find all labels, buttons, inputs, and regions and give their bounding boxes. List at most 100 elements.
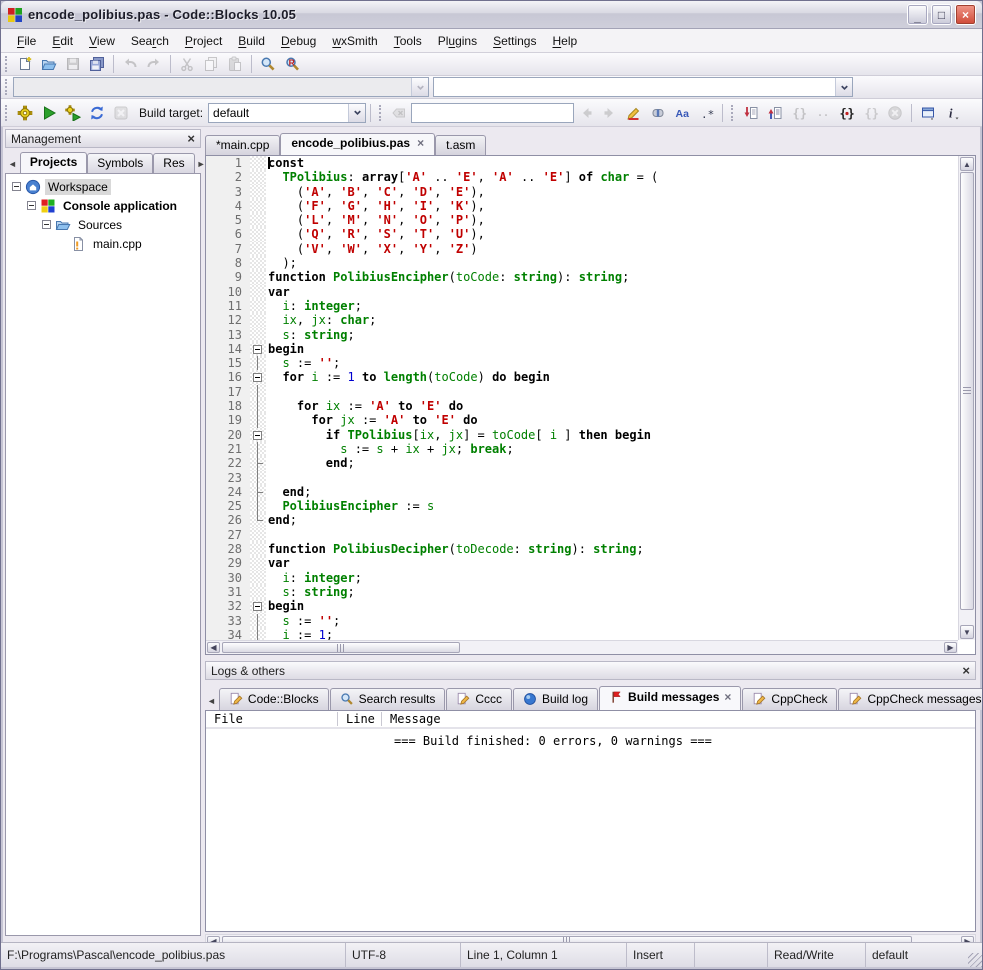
fold-margin[interactable]: [250, 299, 266, 313]
various-windows-icon[interactable]: [916, 102, 940, 123]
fold-margin[interactable]: [250, 499, 266, 513]
logs-tab-build-log[interactable]: Build log: [513, 688, 598, 710]
find-icon[interactable]: [256, 54, 280, 75]
menu-help[interactable]: Help: [544, 31, 585, 51]
toolbar-grip[interactable]: [5, 79, 8, 95]
scroll-down-icon[interactable]: ▼: [960, 625, 974, 639]
code-editor[interactable]: 1const2 TPolibius: array['A' .. 'E', 'A'…: [205, 155, 976, 655]
close-button[interactable]: ×: [955, 4, 976, 25]
fold-margin[interactable]: [250, 614, 266, 628]
menu-search[interactable]: Search: [123, 31, 177, 51]
fold-margin[interactable]: [250, 328, 266, 342]
fold-margin[interactable]: [250, 227, 266, 241]
minimize-button[interactable]: _: [907, 4, 928, 25]
fold-margin[interactable]: [250, 456, 266, 470]
fold-margin[interactable]: [250, 185, 266, 199]
tab-close-icon[interactable]: ×: [417, 136, 424, 150]
search-prev-icon[interactable]: [574, 102, 598, 123]
logs-tab-code-blocks[interactable]: Code::Blocks: [219, 688, 329, 710]
code-line[interactable]: 27: [206, 528, 958, 542]
fold-margin[interactable]: [250, 242, 266, 256]
code-line[interactable]: 3 ('A', 'B', 'C', 'D', 'E'),: [206, 185, 958, 199]
paste-icon[interactable]: [223, 54, 247, 75]
tab-projects[interactable]: Projects: [20, 152, 87, 173]
save-icon[interactable]: [61, 54, 85, 75]
code-line[interactable]: 21 s := s + ix + jx; break;: [206, 442, 958, 456]
build-run-icon[interactable]: [61, 102, 85, 123]
code-line[interactable]: 4 ('F', 'G', 'H', 'I', 'K'),: [206, 199, 958, 213]
fold-margin[interactable]: [250, 385, 266, 399]
code-line[interactable]: 16 for i := 1 to length(toCode) do begin: [206, 370, 958, 384]
abort-icon[interactable]: [109, 102, 133, 123]
build-icon[interactable]: [13, 102, 37, 123]
code-line[interactable]: 33 s := '';: [206, 614, 958, 628]
menu-settings[interactable]: Settings: [485, 31, 544, 51]
code-line[interactable]: 25 PolibiusEncipher := s: [206, 499, 958, 513]
open-file-icon[interactable]: [37, 54, 61, 75]
fold-margin[interactable]: [250, 170, 266, 184]
goto-declaration-icon[interactable]: [739, 102, 763, 123]
stop-parser-icon[interactable]: [883, 102, 907, 123]
resize-grip[interactable]: [968, 953, 982, 967]
redo-icon[interactable]: [142, 54, 166, 75]
run-icon[interactable]: [37, 102, 61, 123]
menu-project[interactable]: Project: [177, 31, 230, 51]
logs-tab-search-results[interactable]: Search results: [330, 688, 446, 710]
chevron-down-icon[interactable]: [411, 78, 428, 96]
tree-item-workspace[interactable]: Workspace: [6, 177, 200, 196]
fold-collapse-icon[interactable]: [253, 345, 262, 354]
code-line[interactable]: 1const: [206, 156, 958, 170]
tab-scroll-left-icon[interactable]: ◄: [205, 696, 219, 710]
fold-margin[interactable]: [250, 356, 266, 370]
fold-margin[interactable]: [250, 599, 266, 613]
fold-margin[interactable]: [250, 413, 266, 427]
fold-margin[interactable]: [250, 542, 266, 556]
fold-collapse-icon[interactable]: [253, 373, 262, 382]
match-case-icon[interactable]: Aa: [670, 102, 694, 123]
code-line[interactable]: 6 ('Q', 'R', 'S', 'T', 'U'),: [206, 227, 958, 241]
scroll-left-icon[interactable]: ◀: [207, 642, 220, 653]
search-options-icon[interactable]: [646, 102, 670, 123]
info-window-icon[interactable]: i: [940, 102, 964, 123]
function-scope-icon[interactable]: {}: [835, 102, 859, 123]
vscroll-thumb[interactable]: [960, 172, 974, 610]
logs-tab-cppcheck-messages[interactable]: CppCheck messages: [838, 688, 983, 710]
fold-margin[interactable]: [250, 270, 266, 284]
scroll-up-icon[interactable]: ▲: [960, 157, 974, 171]
code-line[interactable]: 13 s: string;: [206, 328, 958, 342]
toolbar-grip[interactable]: [379, 105, 382, 121]
menu-view[interactable]: View: [81, 31, 123, 51]
cut-icon[interactable]: [175, 54, 199, 75]
menu-edit[interactable]: Edit: [44, 31, 81, 51]
code-line[interactable]: 15 s := '';: [206, 356, 958, 370]
save-all-icon[interactable]: [85, 54, 109, 75]
code-line[interactable]: 22 end;: [206, 456, 958, 470]
tree-expander-icon[interactable]: [42, 220, 51, 229]
code-line[interactable]: 17: [206, 385, 958, 399]
code-line[interactable]: 23: [206, 471, 958, 485]
fold-margin[interactable]: [250, 556, 266, 570]
fold-margin[interactable]: [250, 513, 266, 527]
fold-margin[interactable]: [250, 156, 266, 170]
copy-icon[interactable]: [199, 54, 223, 75]
tab-scroll-left-icon[interactable]: ◄: [6, 159, 20, 173]
new-file-icon[interactable]: [13, 54, 37, 75]
code-line[interactable]: 18 for ix := 'A' to 'E' do: [206, 399, 958, 413]
tree-expander-icon[interactable]: [12, 182, 21, 191]
code-line[interactable]: 12 ix, jx: char;: [206, 313, 958, 327]
titlebar[interactable]: encode_polibius.pas - Code::Blocks 10.05…: [1, 1, 982, 29]
code-line[interactable]: 26end;: [206, 513, 958, 527]
code-line[interactable]: 5 ('L', 'M', 'N', 'O', 'P'),: [206, 213, 958, 227]
open-files-combobox[interactable]: [433, 77, 853, 97]
fold-margin[interactable]: [250, 285, 266, 299]
fold-margin[interactable]: [250, 213, 266, 227]
logs-tab-build-messages[interactable]: Build messages×: [599, 686, 741, 710]
code-line[interactable]: 14begin: [206, 342, 958, 356]
build-target-combobox[interactable]: default: [208, 103, 366, 123]
column-header-file[interactable]: File: [206, 712, 338, 726]
fold-margin[interactable]: [250, 585, 266, 599]
fold-collapse-icon[interactable]: [253, 602, 262, 611]
code-line[interactable]: 31 s: string;: [206, 585, 958, 599]
class-braces-icon[interactable]: {}: [859, 102, 883, 123]
tab-close-icon[interactable]: ×: [724, 690, 731, 704]
